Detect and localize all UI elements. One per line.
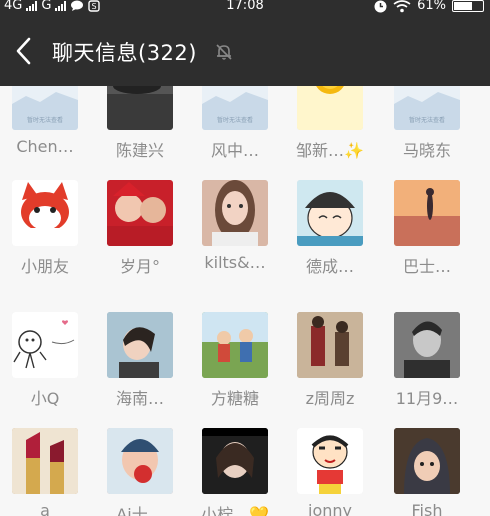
member-item[interactable]: 暂时无法查看风中… [195,86,275,161]
member-item[interactable]: a [5,428,85,516]
status-bar: 4G G S 17:08 61% [0,0,490,16]
member-avatar[interactable] [297,312,363,378]
member-avatar[interactable] [107,86,173,130]
member-name: 陈建兴 [115,141,164,160]
battery-percent: 61% [417,0,446,13]
wifi-icon [393,0,411,12]
member-item[interactable]: 11月9… [387,312,467,409]
member-item[interactable]: 德成… [290,180,370,277]
member-item[interactable]: 暂时无法查看 Chen… [5,86,85,156]
member-item[interactable]: 方糖糖 [195,312,275,409]
member-avatar[interactable] [297,180,363,246]
member-name: Chen… [16,137,74,156]
member-name: Ai十… [116,505,164,516]
member-item[interactable]: 岁月° [100,180,180,277]
member-item[interactable]: 小Q [5,312,85,409]
member-item[interactable]: 海南… [100,312,180,409]
member-item[interactable]: 小柠…💛 [195,428,275,516]
member-avatar[interactable]: 暂时无法查看 [12,86,78,130]
member-avatar[interactable] [202,180,268,246]
member-avatar[interactable] [297,428,363,494]
status-right: 61% [374,0,484,14]
member-name: a [40,501,50,516]
member-avatar[interactable] [202,428,268,494]
member-avatar[interactable] [107,312,173,378]
member-avatar[interactable] [297,86,363,130]
member-name: 小Q [30,389,60,408]
member-name: kilts&… [204,253,266,272]
member-avatar[interactable] [107,180,173,246]
member-avatar[interactable] [107,428,173,494]
mute-bell-icon [216,44,232,60]
member-grid: 暂时无法查看 Chen… 陈建兴 暂时无法查看风中… 邹新…✨ 暂时无法查看马晓东小朋友 岁… [0,86,490,516]
member-avatar[interactable] [394,428,460,494]
member-name: z周周z [305,389,355,408]
navigation-bar: 聊天信息(322) [0,16,490,86]
member-item[interactable]: z周周z [290,312,370,409]
member-name: jonny [308,501,352,516]
member-item[interactable]: kilts&… [195,180,275,272]
member-item[interactable]: Fish [387,428,467,516]
member-name: 小朋友 [20,257,69,276]
page-title: 聊天信息(322) [52,41,197,65]
member-avatar[interactable] [12,180,78,246]
back-arrow-icon[interactable] [10,33,38,69]
member-item[interactable]: 小朋友 [5,180,85,277]
member-avatar[interactable] [394,312,460,378]
member-name: 风中… [210,141,259,160]
avatar-unavailable-caption: 暂时无法查看 [216,117,253,124]
member-avatar[interactable] [394,180,460,246]
member-item[interactable]: 暂时无法查看 马晓东 [387,86,467,161]
member-avatar[interactable] [202,312,268,378]
member-name: 海南… [115,389,164,408]
member-name: 方糖糖 [210,389,259,408]
battery-icon [452,0,484,12]
member-name: 小柠…💛 [201,505,269,516]
member-name: 德成… [305,257,354,276]
member-item[interactable]: 陈建兴 [100,86,180,161]
alarm-icon [374,0,387,12]
member-item[interactable]: 邹新…✨ [290,86,370,161]
avatar-unavailable-caption: 暂时无法查看 [26,117,63,124]
member-name: 巴士… [402,257,451,276]
member-avatar[interactable]: 暂时无法查看 [202,86,268,130]
member-item[interactable]: Ai十… [100,428,180,516]
avatar-unavailable-caption: 暂时无法查看 [408,117,445,124]
member-name: 11月9… [395,389,459,408]
member-item[interactable]: jonny [290,428,370,516]
member-name: Fish [411,501,443,516]
member-name: 邹新…✨ [296,141,364,160]
member-item[interactable]: 巴士… [387,180,467,277]
member-avatar[interactable] [12,312,78,378]
member-name: 岁月° [119,257,160,276]
member-avatar[interactable]: 暂时无法查看 [394,86,460,130]
member-name: 马晓东 [402,141,451,160]
member-avatar[interactable] [12,428,78,494]
